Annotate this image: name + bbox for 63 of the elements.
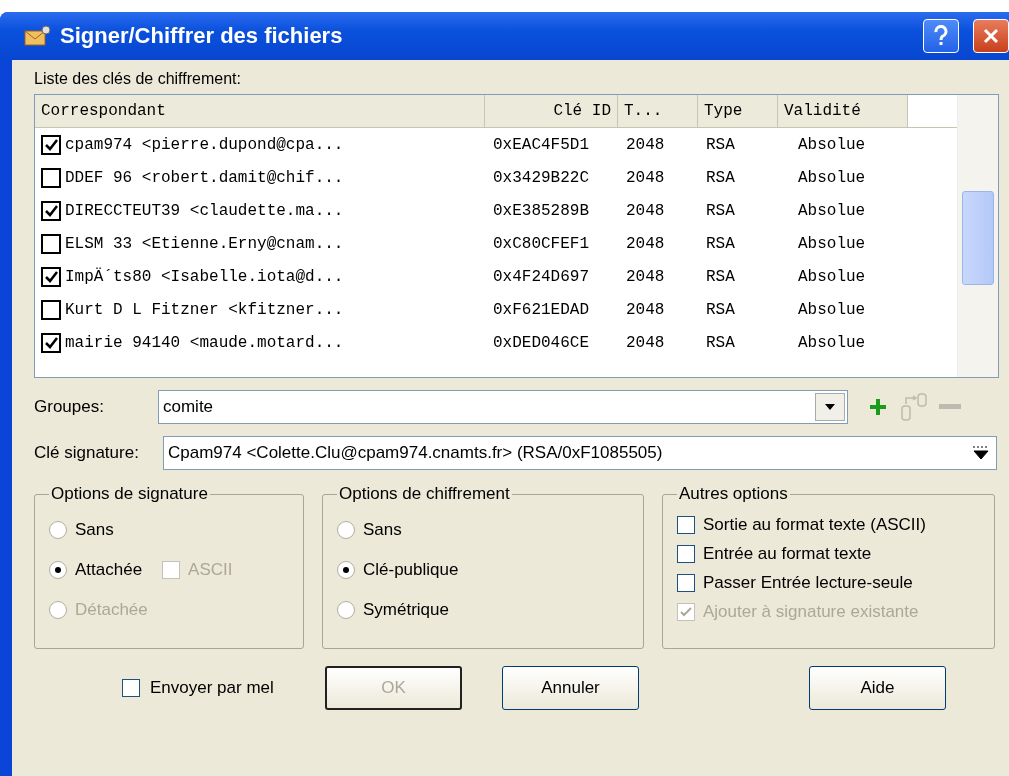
checkbox-label: Passer Entrée lecture-seule [703, 572, 913, 593]
table-cell-text: 2048 [625, 201, 666, 220]
group-title: Options de signature [50, 484, 209, 504]
option-label: Sans [363, 520, 402, 540]
column-header[interactable]: Validité [778, 95, 908, 128]
table-cell-text: Absolue [797, 234, 867, 253]
option-label: Symétrique [363, 600, 449, 620]
table-cell: cpam974 <pierre.dupond@cpa... [65, 135, 344, 154]
table-cell-text: RSA [705, 234, 736, 253]
table-cell-text: 0xF621EDAD [492, 300, 590, 319]
table-cell-text: RSA [705, 333, 736, 352]
group-title: Autres options [678, 484, 789, 504]
table-cell-text: 2048 [625, 300, 666, 319]
table-cell-text: RSA [705, 300, 736, 319]
table-cell-text: 2048 [625, 333, 666, 352]
table-cell-text: Absolue [797, 300, 867, 319]
checkbox-label: Sortie au format texte (ASCII) [703, 514, 926, 535]
signature-key-combo[interactable]: Cpam974 <Colette.Clu@cpam974.cnamts.fr> (RSA/0xF1085505) [163, 436, 997, 470]
table-cell: mairie 94140 <maude.motard... [65, 333, 344, 352]
group-combo[interactable]: comite [158, 390, 848, 424]
table-cell: DIRECCTEUT39 <claudette.ma... [65, 201, 344, 220]
dialog-button[interactable]: Annuler [502, 666, 639, 710]
table-cell-text: Absolue [797, 168, 867, 187]
table-cell-text: Absolue [797, 135, 867, 154]
table-cell-text: 2048 [625, 267, 666, 286]
table-cell: ImpÄ´ts80 <Isabelle.iota@d... [65, 267, 344, 286]
table-cell-text: RSA [705, 267, 736, 286]
checkbox-label: Envoyer par mel [150, 678, 275, 698]
table-cell-text: 2048 [625, 234, 666, 253]
table-cell: ELSM 33 <Etienne.Erny@cnam... [65, 234, 344, 253]
table-cell-text: RSA [705, 201, 736, 220]
group-title: Options de chiffrement [338, 484, 511, 504]
column-header[interactable]: Correspondant [35, 95, 485, 128]
table-cell-text: 0xDED046CE [492, 333, 590, 352]
column-header[interactable]: T... [618, 95, 698, 128]
table-cell-text: 0x3429B22C [492, 168, 590, 187]
option-label: Détachée [75, 600, 148, 620]
option-label: Clé-publique [363, 560, 459, 580]
table-cell-text: RSA [705, 168, 736, 187]
checkbox-label: ASCII [188, 560, 233, 580]
option-label: Attachée [75, 560, 143, 580]
table-cell-text: Absolue [797, 267, 867, 286]
field-label: Clé signature: [34, 443, 140, 463]
table-cell-text: Absolue [797, 201, 867, 220]
table-cell-text: RSA [705, 135, 736, 154]
option-label: Sans [75, 520, 114, 540]
table-cell-text: 2048 [625, 168, 666, 187]
table-cell-text: 0xE385289B [492, 201, 590, 220]
checkbox-label: Entrée au format texte [703, 543, 872, 564]
checkbox-label: Ajouter à signature existante [703, 601, 919, 622]
table-cell-text: 0xEAC4F5D1 [492, 135, 590, 154]
table-cell-text: 2048 [625, 135, 666, 154]
field-label: Groupes: [34, 397, 105, 417]
table-cell-text: 0xC80CFEF1 [492, 234, 590, 253]
window-title: Signer/Chiffrer des fichiers [60, 23, 344, 49]
table-cell-text: Absolue [797, 333, 867, 352]
list-label: Liste des clés de chiffrement: [34, 70, 242, 88]
table-cell-text: 0x4F24D697 [492, 267, 590, 286]
table-cell: DDEF 96 <robert.damit@chif... [65, 168, 344, 187]
column-header[interactable]: Type [698, 95, 778, 128]
column-header[interactable]: Clé ID [485, 95, 618, 128]
dialog-button[interactable]: Aide [809, 666, 946, 710]
table-cell: Kurt D L Fitzner <kfitzner... [65, 300, 344, 319]
